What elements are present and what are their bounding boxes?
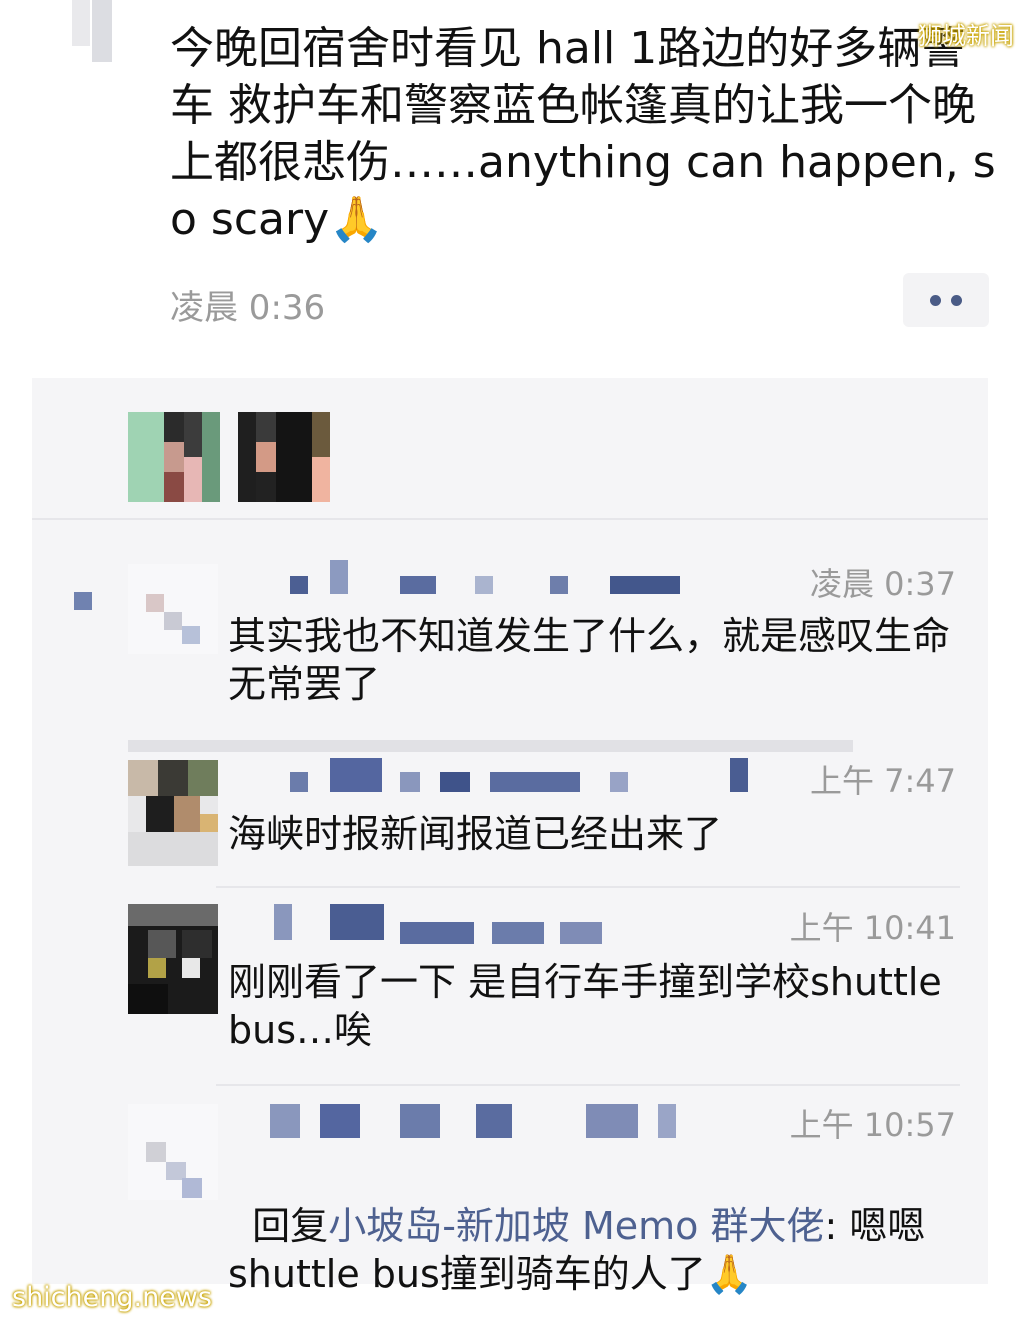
liker-avatar[interactable]	[238, 412, 330, 502]
liker-avatar[interactable]	[128, 412, 220, 502]
comment-marker	[74, 592, 92, 610]
comment-text: 刚刚看了一下 是自行车手撞到学校shuttle bus…唉	[228, 960, 954, 1052]
commenter-avatar[interactable]	[128, 760, 218, 866]
commenter-name-blurred[interactable]	[230, 1104, 690, 1144]
comment-divider	[128, 740, 853, 752]
reply-to-name[interactable]: 小坡岛-新加坡 Memo 群大佬	[328, 1204, 824, 1248]
commenter-avatar[interactable]	[128, 1104, 218, 1200]
watermark-logo: 狮城新闻	[918, 22, 1014, 50]
post-text: 今晚回宿舍时看见 hall 1路边的好多辆警车 救护车和警察蓝色帐篷真的让我一个…	[170, 23, 996, 245]
comment-divider	[216, 886, 960, 888]
likes-divider	[32, 518, 988, 520]
comment-text: 其实我也不知道发生了什么，就是感叹生命无常罢了	[228, 614, 951, 706]
commenter-name-blurred[interactable]	[230, 904, 630, 948]
dot-icon	[951, 294, 962, 306]
post-timestamp: 凌晨 0:36	[170, 288, 326, 328]
comment-timestamp: 上午 7:47	[809, 762, 956, 800]
comment-text: 海峡时报新闻报道已经出来了	[228, 812, 723, 856]
post-avatar[interactable]	[72, 0, 112, 62]
reply-separator: :	[824, 1204, 850, 1248]
watermark-url: shicheng.news	[12, 1282, 212, 1313]
comment-timestamp: 上午 10:41	[789, 909, 956, 947]
commenter-name-blurred[interactable]	[230, 560, 680, 598]
comment-timestamp: 上午 10:57	[789, 1106, 956, 1144]
comment-divider	[216, 1084, 960, 1086]
comment-timestamp: 凌晨 0:37	[809, 565, 956, 603]
dot-icon	[930, 294, 941, 306]
commenter-avatar[interactable]	[128, 564, 218, 654]
reply-prefix: 回复	[252, 1204, 329, 1248]
more-options-button[interactable]	[903, 273, 989, 327]
commenter-avatar[interactable]	[128, 904, 218, 1014]
comment-text: 回复小坡岛-新加坡 Memo 群大佬: 嗯嗯shuttle bus撞到骑车的人了…	[228, 1154, 963, 1298]
